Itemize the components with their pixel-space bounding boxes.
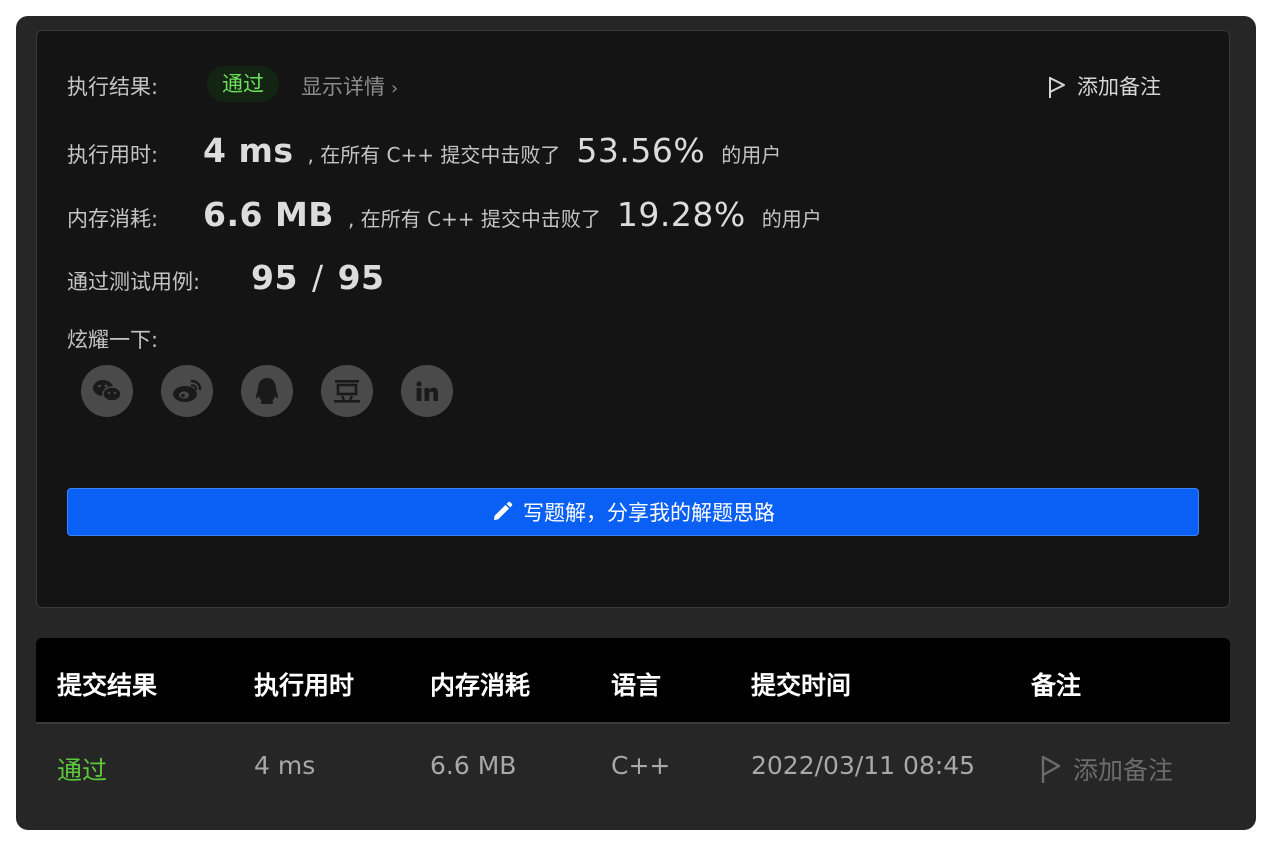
result-card: 执行结果: 通过 显示详情 › 添加备注 执行用时: 4 ms , 在所有 C++… <box>36 30 1230 608</box>
share-label: 炫耀一下: <box>67 328 159 352</box>
testcases-row: 通过测试用例: 95 / 95 <box>67 258 385 297</box>
row-runtime: 4 ms <box>254 751 316 780</box>
runtime-suffix: 的用户 <box>721 143 782 167</box>
testcases-label: 通过测试用例: <box>67 270 201 294</box>
submission-panel: 执行结果: 通过 显示详情 › 添加备注 执行用时: 4 ms , 在所有 C++… <box>16 16 1256 830</box>
show-details-link[interactable]: 显示详情 › <box>301 73 398 103</box>
status-badge: 通过 <box>207 66 279 102</box>
pencil-icon <box>494 501 513 520</box>
column-header-language: 语言 <box>611 671 662 700</box>
chevron-right-icon: › <box>391 78 399 99</box>
submissions-table: 提交结果 执行用时 内存消耗 语言 提交时间 备注 通过 4 ms 6.6 MB… <box>36 638 1230 810</box>
add-note-button[interactable]: 添加备注 <box>1047 73 1161 101</box>
memory-beats-text: , 在所有 C++ 提交中击败了 <box>347 207 601 231</box>
row-submit-time: 2022/03/11 08:45 <box>751 751 976 780</box>
column-header-runtime: 执行用时 <box>254 671 355 700</box>
row-result-link[interactable]: 通过 <box>57 751 107 787</box>
share-icons <box>81 365 453 417</box>
memory-suffix: 的用户 <box>761 207 822 231</box>
add-note-label: 添加备注 <box>1077 75 1161 99</box>
flag-icon <box>1049 77 1065 98</box>
column-header-result: 提交结果 <box>57 671 158 700</box>
write-solution-label: 写题解，分享我的解题思路 <box>523 501 775 525</box>
testcases-total: 95 <box>337 258 385 297</box>
runtime-beats-text: , 在所有 C++ 提交中击败了 <box>307 143 561 167</box>
row-add-note-button[interactable]: 添加备注 <box>1039 751 1173 787</box>
row-add-note-label: 添加备注 <box>1073 756 1174 785</box>
flag-icon <box>1041 755 1061 783</box>
row-memory: 6.6 MB <box>430 751 517 780</box>
linkedin-icon[interactable] <box>401 365 453 417</box>
column-header-submit-time: 提交时间 <box>751 671 852 700</box>
weibo-icon[interactable] <box>161 365 213 417</box>
write-solution-button[interactable]: 写题解，分享我的解题思路 <box>67 488 1199 536</box>
runtime-label: 执行用时: <box>67 143 159 167</box>
memory-row: 内存消耗: 6.6 MB , 在所有 C++ 提交中击败了 19.28% 的用户 <box>67 195 822 234</box>
column-header-note: 备注 <box>1031 671 1082 700</box>
runtime-value: 4 ms <box>203 131 294 170</box>
memory-value: 6.6 MB <box>203 195 334 234</box>
douban-icon[interactable] <box>321 365 373 417</box>
memory-label: 内存消耗: <box>67 207 159 231</box>
wechat-icon[interactable] <box>81 365 133 417</box>
memory-percent: 19.28% <box>616 195 746 234</box>
runtime-percent: 53.56% <box>576 131 706 170</box>
runtime-row: 执行用时: 4 ms , 在所有 C++ 提交中击败了 53.56% 的用户 <box>67 131 781 170</box>
testcases-separator: / <box>311 258 324 297</box>
table-header: 提交结果 执行用时 内存消耗 语言 提交时间 备注 <box>36 638 1230 722</box>
column-header-memory: 内存消耗 <box>430 671 531 700</box>
qq-icon[interactable] <box>241 365 293 417</box>
table-row[interactable]: 通过 4 ms 6.6 MB C++ 2022/03/11 08:45 添加备注 <box>36 722 1230 810</box>
show-details-label: 显示详情 <box>301 75 385 99</box>
result-label: 执行结果: <box>67 75 159 99</box>
row-language: C++ <box>611 751 671 780</box>
testcases-passed: 95 <box>251 258 298 297</box>
